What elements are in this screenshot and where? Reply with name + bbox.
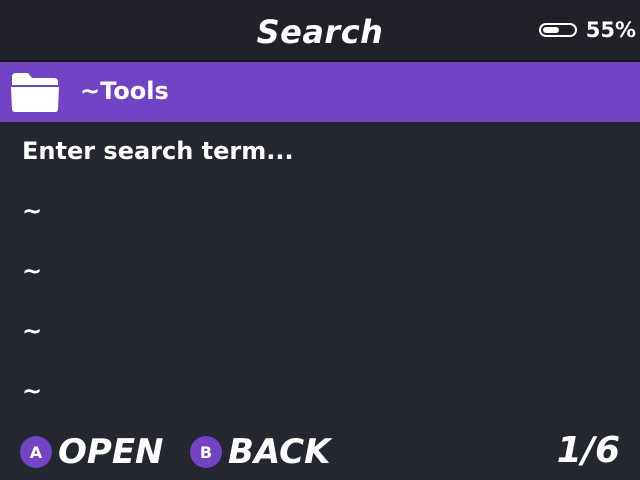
list-item[interactable]: ~ [0, 362, 640, 422]
header-bar: Search 55% [0, 0, 640, 62]
search-screen: Search 55% ~Tools Enter search term... ~… [0, 0, 640, 480]
list-item-label: ~ [22, 197, 43, 225]
list-item[interactable]: ~ [0, 182, 640, 242]
list-item-label: ~ [22, 317, 43, 345]
list-item-label: ~ [22, 257, 43, 285]
battery-percentage: 55% [585, 18, 636, 42]
folder-icon [11, 73, 59, 112]
back-button[interactable]: B BACK [190, 432, 330, 472]
back-button-label: BACK [228, 432, 331, 472]
a-button-icon: A [20, 436, 52, 468]
search-result-list: ~Tools Enter search term... ~ ~ ~ ~ [0, 62, 640, 422]
battery-icon [538, 23, 577, 37]
battery-status: 55% [538, 18, 636, 42]
list-item-label: Enter search term... [22, 137, 294, 165]
list-item-label: ~ [22, 377, 43, 405]
search-term-input[interactable]: Enter search term... [0, 122, 640, 182]
page-counter: 1/6 [556, 430, 620, 471]
list-item-label: ~Tools [80, 77, 169, 105]
list-item[interactable]: ~ [0, 242, 640, 302]
list-item-selected[interactable]: ~Tools [0, 62, 640, 122]
b-button-icon: B [190, 436, 222, 468]
open-button[interactable]: A OPEN [20, 432, 164, 472]
open-button-label: OPEN [58, 432, 164, 472]
footer-bar: A OPEN B BACK 1/6 [0, 420, 640, 480]
list-item[interactable]: ~ [0, 302, 640, 362]
battery-level-fill [542, 27, 560, 33]
